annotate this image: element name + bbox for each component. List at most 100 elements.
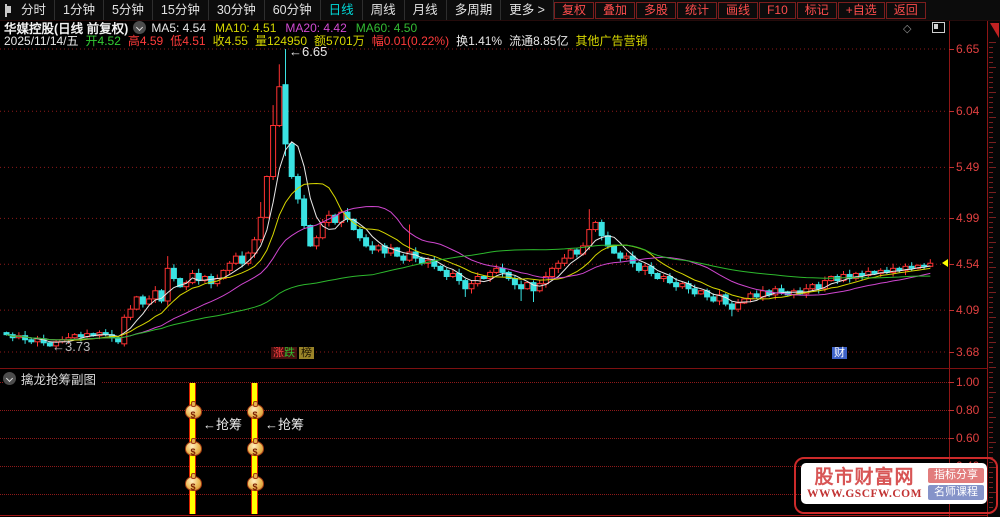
subpanel-axis-tick [949,410,954,411]
ruler-tick [989,67,996,68]
ruler-tick [989,107,993,108]
ruler-tick [989,322,993,323]
plot-right-border [949,20,950,517]
period-tab-6[interactable]: 日线 [321,0,363,20]
money-bag-icon: $ [184,401,202,420]
subpanel-gridline-0 [0,382,949,383]
ruler-tick [989,432,993,433]
ruler-tick [989,347,993,348]
period-tabs: 分时 1分钟 5分钟 15分钟 30分钟 60分钟 日线 周线 月线 多周期 更多 > [13,0,554,20]
ruler-tick [989,377,993,378]
watermark-url: WWW.GSCFW.COM [807,487,922,500]
restore-window-icon[interactable] [932,22,945,33]
quote-stat-3: 收4.55 [212,33,248,48]
ruler-tick [989,172,993,173]
ruler-tick [989,47,993,48]
ruler-tick [989,92,996,93]
toolbar-button-6[interactable]: 标记 [796,1,837,19]
ruler-tick [989,182,993,183]
period-tab-3[interactable]: 15分钟 [153,0,209,20]
ruler-tick [989,362,993,363]
ruler-tick [989,242,996,243]
watermark-tag-0: 指标分享 [928,467,984,483]
chevron-down-icon[interactable] [3,372,16,385]
subpanel-axis-label-1: 0.80 [956,403,980,417]
price-axis-label-0: 6.65 [956,42,980,56]
period-tab-1[interactable]: 1分钟 [55,0,104,20]
toolbar-button-4[interactable]: 画线 [718,1,759,19]
ruler-tick [989,72,993,73]
price-axis-label-5: 4.09 [956,303,980,318]
period-tab-2[interactable]: 5分钟 [104,0,153,20]
period-tab-7[interactable]: 周线 [363,0,405,20]
event-badge-2[interactable]: 财 [832,347,847,359]
money-bag-icon: $ [246,438,264,457]
subpanel-axis-label-0: 1.00 [956,375,980,389]
ruler-tick [989,102,993,103]
ruler-tick [989,417,996,418]
quote-stat-4: 量124950 [254,33,307,48]
ruler-tick [989,307,993,308]
price-axis-label-4: 4.54 [956,257,980,272]
period-tab-4[interactable]: 30分钟 [209,0,265,20]
money-bag-icon: $ [246,401,264,420]
watermark-site-name: 股市财富网 [814,466,915,488]
ruler-tick [989,197,993,198]
ruler-tick [989,252,993,253]
ruler-tick [989,272,993,273]
ruler-tick [989,232,993,233]
ruler-tick [989,342,996,343]
event-badge-0[interactable]: 涨跌 [271,347,297,359]
period-tab-0[interactable]: 分时 [13,0,56,20]
ruler-tick [989,127,993,128]
ruler-tick [989,147,993,148]
period-tab-9[interactable]: 多周期 [447,0,502,20]
subpanel-axis-tick [949,438,954,439]
ruler-tick [989,397,993,398]
subpanel-gridline-1 [0,410,949,411]
toolbar-button-7[interactable]: +自选 [837,1,885,19]
toolbar-button-5[interactable]: F10 [759,1,796,19]
ruler-tick [989,352,993,353]
ruler-tick [989,77,993,78]
toolbar-button-8[interactable]: 返回 [885,1,926,19]
watermark: 股市财富网 WWW.GSCFW.COM 指标分享 名师课程 [794,457,998,514]
diamond-icon[interactable]: ◇ [903,22,911,35]
ruler-tick [989,62,993,63]
ruler-tick [989,167,996,168]
ruler-tick [989,117,996,118]
quote-stat-8: 流通8.85亿 [509,33,569,48]
period-tab-8[interactable]: 月线 [405,0,447,20]
ruler-tick [989,282,993,283]
ruler-tick [989,192,996,193]
ruler-tick [989,162,993,163]
toolbar-button-3[interactable]: 统计 [677,1,718,19]
event-badge-1[interactable]: 榜 [299,347,314,359]
last-price-marker [942,259,948,268]
toolbar-buttons: 复权 叠加 多股 统计 画线 F10 标记 +自选 返回 [553,1,927,19]
ruler-tick [989,187,993,188]
quote-stat-7: 换1.41% [456,33,503,48]
window-icon[interactable] [5,3,11,17]
quote-stat-6: 幅0.01(0.22%) [371,33,450,48]
toolbar-button-2[interactable]: 多股 [636,1,677,19]
price-axis: 6.65 6.04 5.49 4.99 4.54 4.09 3.68 1.00 0.80 0.60… [952,0,986,517]
subpanel-axis-tick [949,382,954,383]
subpanel-gridline-2 [0,438,949,439]
toolbar-button-0[interactable]: 复权 [553,1,594,19]
ruler-tick [989,227,993,228]
corner-flag-icon [990,23,999,38]
quote-stat-0: 开4.52 [85,33,121,48]
watermark-text-block: 股市财富网 WWW.GSCFW.COM [801,466,928,500]
main-chart-canvas[interactable] [0,0,1000,517]
ruler-tick [989,217,996,218]
toolbar-button-1[interactable]: 叠加 [595,1,636,19]
period-tab-10[interactable]: 更多 > [501,0,554,20]
ruler-tick [989,312,993,313]
period-tab-5[interactable]: 60分钟 [265,0,321,20]
ruler-tick [989,222,993,223]
ruler-tick [989,367,996,368]
ruler-strip [988,20,1000,517]
price-axis-tick [949,49,954,50]
price-axis-tick [949,167,954,169]
